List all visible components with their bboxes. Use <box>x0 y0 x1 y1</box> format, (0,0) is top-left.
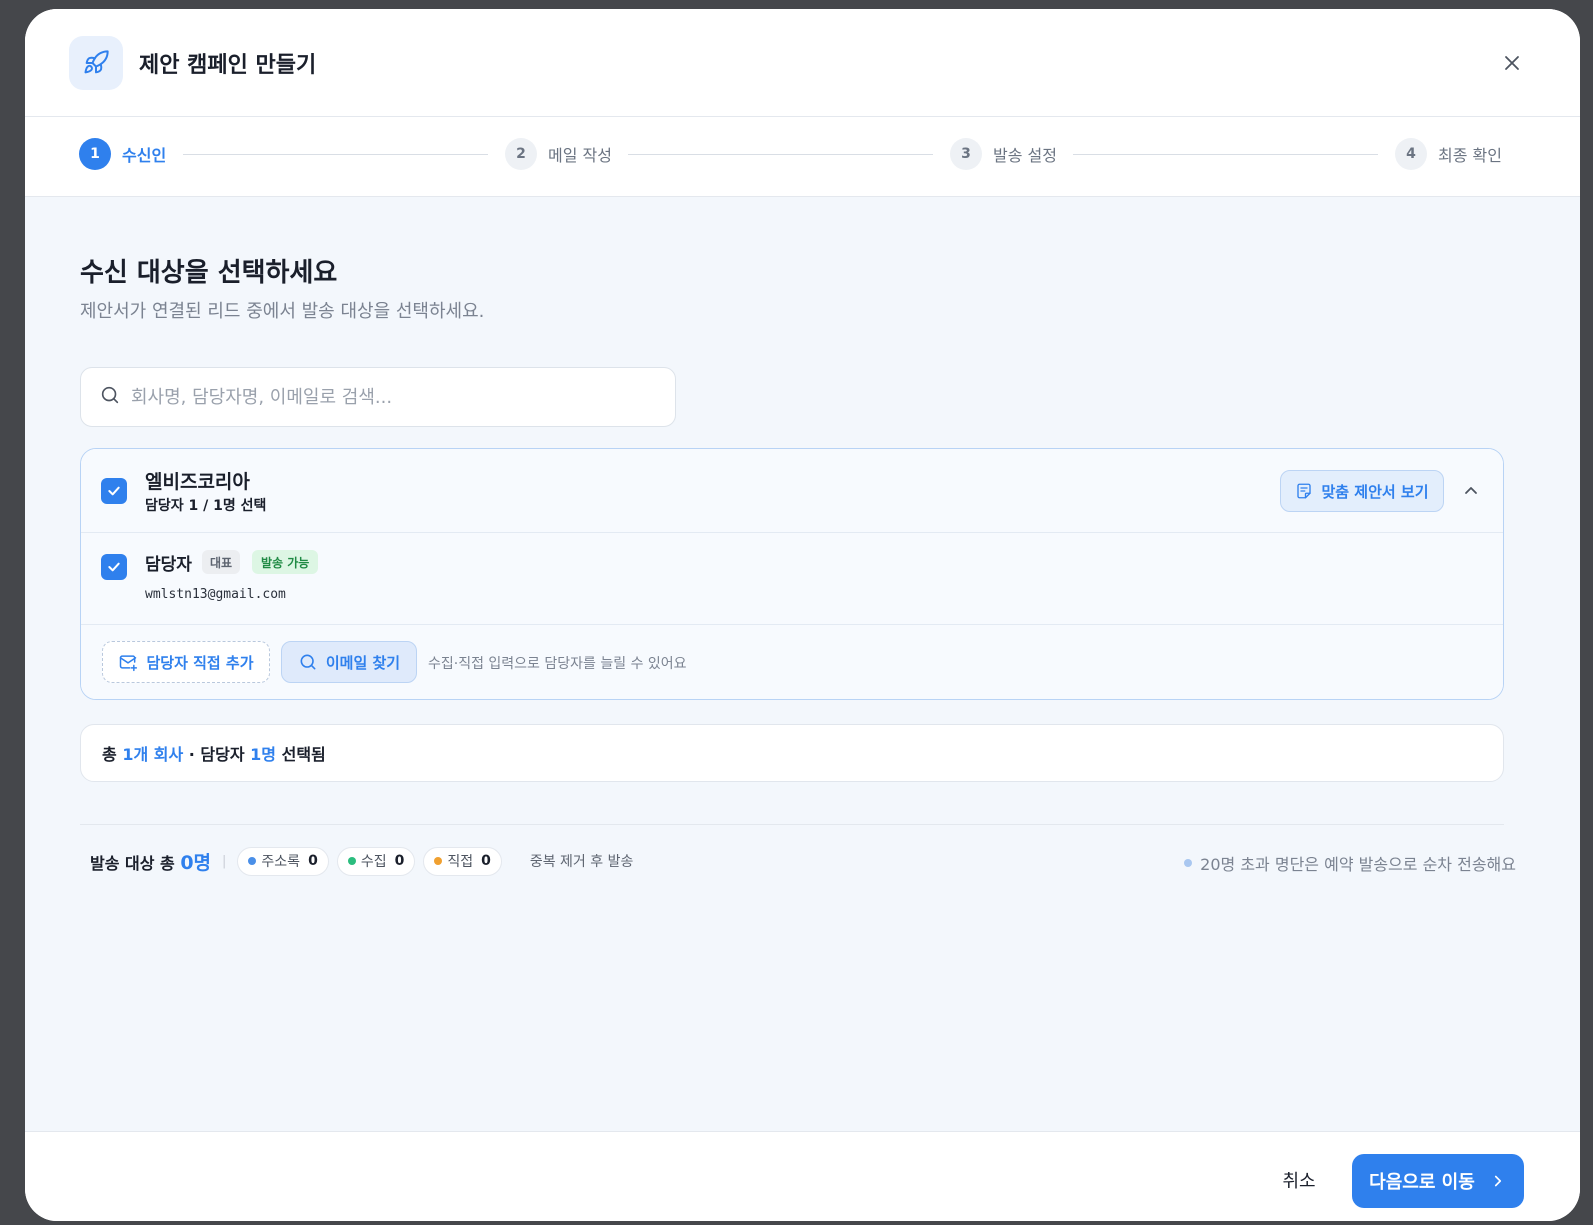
pill-label: 수집 <box>360 854 387 870</box>
search-input[interactable] <box>131 386 651 408</box>
modal-footer: 취소 다음으로 이동 <box>25 1131 1580 1221</box>
company-checkbox[interactable] <box>101 478 127 504</box>
stepper: 1 수신인 2 메일 작성 3 발송 설정 4 최종 확인 <box>25 117 1580 197</box>
send-total-value: 0명 <box>180 851 212 874</box>
section-title: 수신 대상을 선택하세요 <box>80 258 338 288</box>
contact-actions: 담당자 직접 추가 이메일 찾기 수집·직접 입력으로 담당자를 늘릴 수 있어… <box>81 625 1503 699</box>
send-total-label: 발송 대상 총 <box>90 853 175 873</box>
step-number: 2 <box>505 138 537 170</box>
step-number: 1 <box>79 138 111 170</box>
step-connector <box>1073 154 1378 155</box>
role-badge: 대표 <box>202 550 241 574</box>
pill-label: 직접 <box>447 854 474 870</box>
selection-summary: 총 1개 회사 · 담당자 1명 선택됨 <box>80 724 1504 782</box>
step-label: 최종 확인 <box>1438 146 1502 165</box>
step-label: 발송 설정 <box>993 146 1057 165</box>
status-dot <box>347 857 356 865</box>
step-connector <box>628 154 933 155</box>
send-total: 발송 대상 총 0명 <box>90 848 211 875</box>
pill-value: 0 <box>481 853 491 869</box>
step-number: 4 <box>1395 138 1427 170</box>
close-icon[interactable] <box>1500 51 1524 75</box>
search-box <box>80 367 676 427</box>
section-divider <box>80 824 1504 825</box>
modal-header: 제안 캠페인 만들기 <box>25 9 1580 117</box>
view-proposal-button[interactable]: 맞춤 제안서 보기 <box>1280 470 1444 512</box>
status-dot <box>434 857 443 865</box>
cancel-button[interactable]: 취소 <box>1257 1154 1341 1206</box>
rocket-icon <box>69 36 123 90</box>
step-compose-mail[interactable]: 2 메일 작성 <box>505 137 612 171</box>
company-name: 엘비즈코리아 <box>145 471 250 493</box>
summary-prefix: 총 <box>102 745 117 764</box>
modal-title: 제안 캠페인 만들기 <box>139 53 317 78</box>
chevron-right-icon <box>1489 1172 1507 1190</box>
company-card: 엘비즈코리아 담당자 1 / 1명 선택 맞춤 제안서 보기 담당자 대표 발송… <box>80 448 1504 700</box>
notice-text: 20명 초과 명단은 예약 발송으로 순차 전송해요 <box>1200 855 1516 874</box>
status-badge: 발송 가능 <box>252 550 319 574</box>
contact-checkbox[interactable] <box>101 554 127 580</box>
summary-suffix: 선택됨 <box>281 745 326 764</box>
document-icon <box>1295 482 1313 500</box>
step-label: 수신인 <box>122 146 167 165</box>
next-button[interactable]: 다음으로 이동 <box>1352 1154 1524 1208</box>
campaign-modal: 제안 캠페인 만들기 1 수신인 2 메일 작성 3 발송 설정 4 최종 확인… <box>25 9 1580 1221</box>
scheduled-send-notice: 20명 초과 명단은 예약 발송으로 순차 전송해요 <box>1184 851 1516 875</box>
search-icon <box>298 652 318 672</box>
contact-email: wmlstn13@gmail.com <box>145 587 286 602</box>
status-dot <box>248 857 257 865</box>
contact-row: 담당자 대표 발송 가능 wmlstn13@gmail.com <box>81 533 1503 625</box>
mail-plus-icon <box>118 652 138 672</box>
view-proposal-label: 맞춤 제안서 보기 <box>1321 482 1429 501</box>
source-pill-direct: 직접 0 <box>423 846 502 876</box>
send-stats: 발송 대상 총 0명 | 주소록 0 수집 0 직접 0 중복 제거 후 발송 <box>90 845 633 877</box>
source-pill-collected: 수집 0 <box>336 846 416 876</box>
pill-value: 0 <box>394 853 405 869</box>
contact-name: 담당자 <box>145 555 192 575</box>
pill-label: 주소록 <box>261 854 301 870</box>
source-pill-addressbook: 주소록 0 <box>237 846 329 876</box>
summary-company-count: 1개 회사 <box>122 745 184 764</box>
add-contact-label: 담당자 직접 추가 <box>146 653 254 672</box>
next-button-label: 다음으로 이동 <box>1369 1172 1475 1193</box>
step-number: 3 <box>950 138 982 170</box>
step-send-settings[interactable]: 3 발송 설정 <box>950 137 1057 171</box>
dedup-note: 중복 제거 후 발송 <box>529 854 634 870</box>
modal-body: 수신 대상을 선택하세요 제안서가 연결된 리드 중에서 발송 대상을 선택하세… <box>25 197 1580 1131</box>
stats-separator: | <box>222 853 227 869</box>
find-email-button[interactable]: 이메일 찾기 <box>281 641 417 683</box>
pill-value: 0 <box>308 853 318 869</box>
add-contact-hint: 수집·직접 입력으로 담당자를 늘릴 수 있어요 <box>428 656 687 672</box>
company-selected-count: 담당자 1 / 1명 선택 <box>145 498 267 514</box>
chevron-up-icon[interactable] <box>1459 479 1483 503</box>
step-recipients[interactable]: 1 수신인 <box>79 137 166 171</box>
section-subtitle: 제안서가 연결된 리드 중에서 발송 대상을 선택하세요. <box>80 301 485 322</box>
info-dot <box>1184 859 1193 867</box>
find-email-label: 이메일 찾기 <box>325 653 401 672</box>
step-final-review[interactable]: 4 최종 확인 <box>1395 137 1502 171</box>
step-connector <box>183 154 488 155</box>
summary-middle: · 담당자 <box>188 745 245 764</box>
company-header: 엘비즈코리아 담당자 1 / 1명 선택 맞춤 제안서 보기 <box>81 449 1503 533</box>
summary-contact-count: 1명 <box>250 745 277 764</box>
step-label: 메일 작성 <box>548 146 612 165</box>
search-icon <box>99 384 121 410</box>
add-contact-button[interactable]: 담당자 직접 추가 <box>102 641 270 683</box>
